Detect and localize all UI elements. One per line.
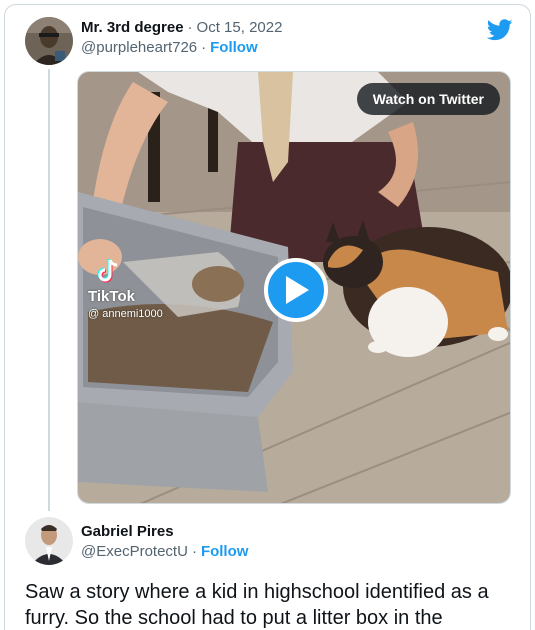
- user-handle[interactable]: @ExecProtectU: [81, 543, 188, 560]
- follow-button[interactable]: Follow: [210, 39, 258, 56]
- video-player[interactable]: Watch on Twitter TikTok @ annemi1000: [77, 71, 511, 504]
- display-name[interactable]: Gabriel Pires: [81, 523, 174, 540]
- user-handle[interactable]: @purpleheart726: [81, 39, 197, 56]
- thread-connector-line: [48, 69, 50, 511]
- avatar[interactable]: [25, 517, 73, 565]
- follow-button[interactable]: Follow: [201, 543, 249, 560]
- separator: ·: [187, 19, 193, 36]
- play-icon: [286, 276, 309, 304]
- separator: ·: [191, 543, 197, 560]
- tweet-embed-card: Mr. 3rd degree · Oct 15, 2022 @purplehea…: [4, 4, 531, 630]
- twitter-bird-icon[interactable]: [487, 19, 513, 41]
- play-button[interactable]: [264, 258, 328, 322]
- tweet-header: Mr. 3rd degree · Oct 15, 2022 @purplehea…: [81, 19, 282, 59]
- tiktok-wordmark: TikTok: [88, 288, 135, 305]
- tweet-date[interactable]: Oct 15, 2022: [197, 19, 283, 36]
- tiktok-username: @ annemi1000: [88, 308, 163, 320]
- tiktok-logo-icon: [97, 259, 118, 283]
- separator: ·: [201, 39, 207, 56]
- tweet-text: Saw a story where a kid in highschool id…: [25, 581, 489, 629]
- watch-on-twitter-button[interactable]: Watch on Twitter: [356, 83, 500, 115]
- display-name[interactable]: Mr. 3rd degree: [81, 19, 184, 36]
- avatar[interactable]: [25, 17, 73, 65]
- tweet-header: Gabriel Pires @ExecProtectU · Follow: [81, 523, 248, 563]
